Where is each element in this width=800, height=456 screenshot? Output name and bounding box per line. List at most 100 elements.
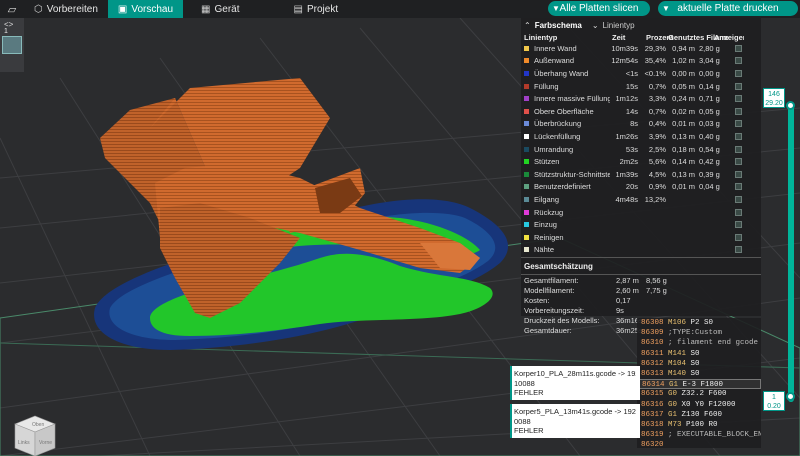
- gcode-line: 86310 ; filament end gcode: [637, 338, 761, 348]
- legend-weight: 2,80 g: [699, 43, 720, 53]
- gcode-params: Z32.2 F600: [677, 390, 727, 399]
- visibility-checkbox[interactable]: [734, 221, 742, 229]
- legend-type-label: Obere Oberfläche: [534, 106, 594, 116]
- legend-header[interactable]: ⌃ Farbschema ⌄ Linientyp: [521, 18, 761, 32]
- notification-error-1[interactable]: Korper10_PLA_28m11s.gcode -> 192.1 10088…: [510, 366, 640, 400]
- chevron-up-icon[interactable]: ⌃: [524, 21, 531, 30]
- visibility-checkbox[interactable]: [734, 183, 742, 191]
- legend-filament: 0,00 m: [672, 68, 695, 78]
- estimate-value: 2,60 m: [616, 285, 639, 295]
- tab-projekt[interactable]: ▤ Projekt: [284, 0, 349, 18]
- slider-top-handle[interactable]: [786, 101, 795, 110]
- visibility-checkbox[interactable]: [734, 233, 742, 241]
- legend-type: Stützstruktur-Schnittstelle: [521, 170, 610, 179]
- legend-time: 2m2s: [619, 157, 638, 167]
- legend-row: Innere Wand 10m39s 29,3% 0,94 m 2,80 g: [521, 42, 761, 55]
- visibility-checkbox[interactable]: [734, 120, 742, 128]
- notification-status: FEHLER: [514, 388, 544, 398]
- gcode-line-number: 86315: [641, 390, 664, 399]
- visibility-checkbox[interactable]: [734, 158, 742, 166]
- visibility-checkbox[interactable]: [734, 69, 742, 77]
- legend-weight: 0,14 g: [699, 81, 720, 91]
- visibility-checkbox[interactable]: [734, 195, 742, 203]
- gcode-line-number: 86319: [641, 431, 664, 440]
- legend-weight: 0,04 g: [699, 182, 720, 192]
- estimate-value-2: 7,75 g: [646, 285, 667, 295]
- legend-filament: 0,24 m: [672, 94, 695, 104]
- legend-type: Obere Oberfläche: [521, 107, 610, 116]
- gcode-command: M141: [668, 349, 687, 358]
- scheme-select[interactable]: Linientyp: [603, 21, 635, 30]
- tab-vorschau[interactable]: ▣ Vorschau: [107, 0, 184, 18]
- gcode-viewer: 86308 M106 P2 S0 86309 ;TYPE:Custom 86310 …: [637, 318, 761, 449]
- color-swatch: [524, 209, 529, 215]
- gcode-line: 86319 ; EXECUTABLE_BLOCK_END: [637, 430, 761, 440]
- legend-type-label: Umrandung: [534, 144, 574, 154]
- color-swatch: [524, 58, 529, 64]
- legend-row: Nähte: [521, 244, 761, 257]
- legend-visibility: [723, 246, 753, 254]
- legend-weight: 0,40 g: [699, 131, 720, 141]
- visibility-checkbox[interactable]: [734, 107, 742, 115]
- legend-type-label: Überhang Wand: [534, 68, 589, 78]
- visibility-checkbox[interactable]: [734, 170, 742, 178]
- slice-all-button[interactable]: ▼ Alle Platten slicen: [548, 1, 650, 16]
- chevron-down-icon[interactable]: ⌄: [592, 21, 599, 30]
- visibility-checkbox[interactable]: [734, 132, 742, 140]
- tab-geraet[interactable]: ▦ Gerät: [191, 0, 249, 18]
- print-plate-button[interactable]: ▼ aktuelle Platte drucken: [658, 1, 798, 16]
- menu-icon[interactable]: ▱: [0, 0, 24, 18]
- visibility-checkbox[interactable]: [734, 95, 742, 103]
- slider-top-layer: 146: [768, 91, 780, 98]
- notification-error-2[interactable]: Korper5_PLA_13m41s.gcode -> 192.1 0088 F…: [510, 404, 640, 438]
- tab-vorbereiten[interactable]: ⬡ Vorbereiten: [24, 0, 108, 18]
- chevron-down-icon[interactable]: ▼: [662, 4, 670, 13]
- col-zeit: Zeit: [612, 32, 626, 42]
- legend-visibility: [723, 145, 753, 153]
- legend-time: 1m12s: [615, 94, 638, 104]
- legend-visibility: [723, 233, 753, 241]
- estimate-key: Gesamtdauer:: [524, 325, 572, 335]
- view-cube[interactable]: Oben Links Vorne: [10, 412, 60, 456]
- legend-type-label: Rückzug: [534, 207, 564, 217]
- gcode-line: 86311 M141 S0: [637, 349, 761, 359]
- gcode-command: M106: [668, 319, 687, 327]
- legend-weight: 0,00 g: [699, 68, 720, 78]
- gcode-line: 86315 G0 Z32.2 F600: [637, 389, 761, 399]
- visibility-checkbox[interactable]: [734, 57, 742, 65]
- visibility-checkbox[interactable]: [734, 246, 742, 254]
- visibility-checkbox[interactable]: [734, 44, 742, 52]
- color-swatch: [524, 159, 529, 165]
- legend-row: Innere massive Füllung 1m12s 3,3% 0,24 m 0,7…: [521, 92, 761, 105]
- legend-time: 1m39s: [615, 169, 638, 179]
- legend-visibility: [723, 44, 753, 52]
- legend-row: Außenwand 12m54s 35,4% 1,02 m 3,04 g: [521, 55, 761, 68]
- gcode-line-number: 86317: [641, 410, 664, 419]
- legend-type: Stützen: [521, 157, 610, 166]
- plate-thumbnail[interactable]: [2, 36, 22, 54]
- notification-status: FEHLER: [514, 426, 544, 436]
- layer-slider[interactable]: [788, 102, 794, 402]
- top-toolbar: ▱ ⬡ Vorbereiten ▣ Vorschau ▦ Gerät ▤ Pro…: [0, 0, 800, 18]
- legend-filament: 1,02 m: [672, 56, 695, 66]
- color-swatch: [524, 96, 529, 102]
- estimate-title: Gesamtschätzung: [524, 262, 593, 272]
- color-swatch: [524, 133, 529, 139]
- slider-bottom-handle[interactable]: [786, 392, 795, 401]
- legend-column-headers: Linientyp Zeit Prozent Genutztes Filamen…: [521, 32, 761, 42]
- chevron-down-icon[interactable]: ▼: [552, 4, 560, 13]
- visibility-checkbox[interactable]: [734, 145, 742, 153]
- gcode-params: S0: [686, 349, 700, 358]
- visibility-checkbox[interactable]: [734, 208, 742, 216]
- estimate-key: Modellfilament:: [524, 285, 575, 295]
- estimate-value: 9s: [616, 305, 624, 315]
- legend-time: 14s: [625, 106, 638, 116]
- visibility-checkbox[interactable]: [734, 82, 742, 90]
- legend-row: Umrandung 53s 2,5% 0,18 m 0,54 g: [521, 143, 761, 156]
- legend-visibility: [723, 120, 753, 128]
- gcode-line: 86312 M104 S0: [637, 359, 761, 369]
- gcode-params: P2 S0: [686, 319, 714, 327]
- tab-label: Vorbereiten: [46, 3, 98, 15]
- cube-top-label: Oben: [32, 422, 44, 428]
- estimate-row: Vorbereitungszeit: 9s: [521, 305, 761, 315]
